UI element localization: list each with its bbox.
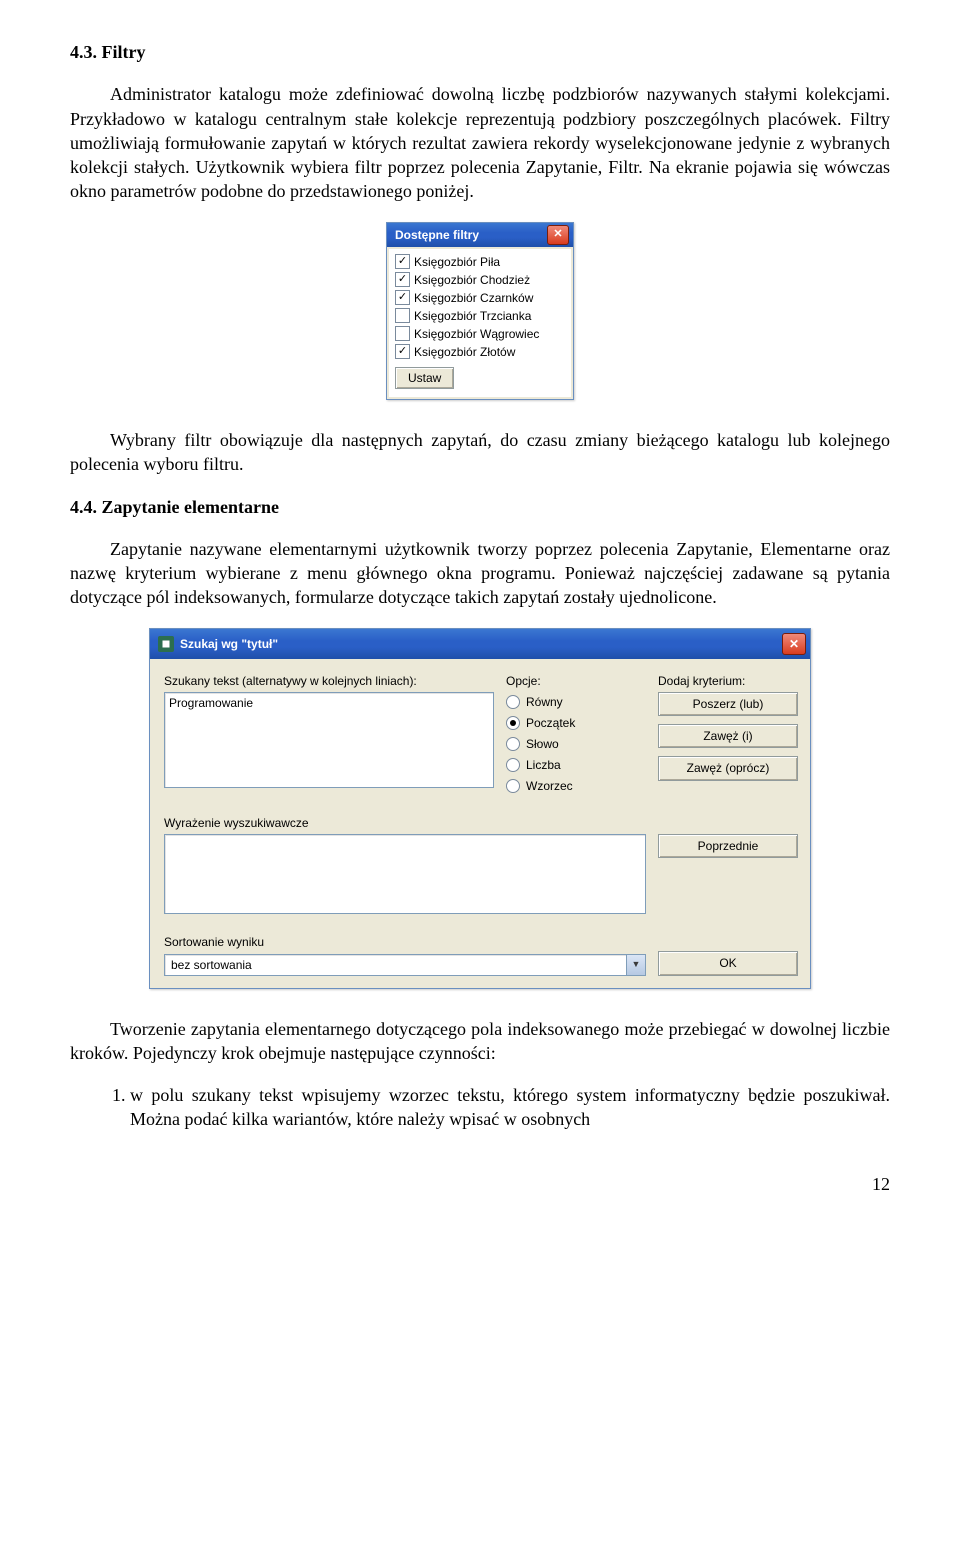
set-button[interactable]: Ustaw <box>395 367 454 389</box>
option-row[interactable]: Liczba <box>506 755 646 775</box>
dialog-title: Dostępne filtry <box>395 227 479 243</box>
filter-row[interactable]: ✓ Księgozbiór Czarnków <box>395 289 565 307</box>
app-icon <box>158 636 174 652</box>
search-expression-input[interactable] <box>164 834 646 914</box>
dialog-body: ✓ Księgozbiór Piła ✓ Księgozbiór Chodzie… <box>389 249 571 397</box>
paragraph-filtry: Administrator katalogu może zdefiniować … <box>70 82 890 203</box>
sort-select[interactable]: bez sortowania <box>164 954 646 976</box>
option-label: Wzorzec <box>526 778 573 794</box>
list-item: w polu szukany tekst wpisujemy wzorzec t… <box>130 1083 890 1132</box>
add-criterion-label: Dodaj kryterium: <box>658 673 798 689</box>
search-text-label: Szukany tekst (alternatywy w kolejnych l… <box>164 673 494 689</box>
narrow-and-button[interactable]: Zawęż (i) <box>658 724 798 748</box>
checkbox-icon[interactable] <box>395 326 410 341</box>
paragraph-elementarne: Zapytanie nazywane elementarnymi użytkow… <box>70 537 890 610</box>
checkbox-icon[interactable]: ✓ <box>395 254 410 269</box>
option-label: Początek <box>526 715 575 731</box>
option-row[interactable]: Wzorzec <box>506 776 646 796</box>
previous-button[interactable]: Poprzednie <box>658 834 798 858</box>
search-text-input[interactable] <box>164 692 494 788</box>
checkbox-icon[interactable]: ✓ <box>395 272 410 287</box>
available-filters-dialog: Dostępne filtry ✕ ✓ Księgozbiór Piła ✓ K… <box>386 222 574 400</box>
close-icon[interactable]: ✕ <box>782 633 806 655</box>
dialog-title: Szukaj wg "tytuł" <box>180 636 278 652</box>
dialog-titlebar: Szukaj wg "tytuł" ✕ <box>150 629 810 659</box>
filter-label: Księgozbiór Wągrowiec <box>414 326 539 342</box>
filter-row[interactable]: ✓ Księgozbiór Złotów <box>395 343 565 361</box>
option-row[interactable]: Początek <box>506 713 646 733</box>
dialog-body: Szukany tekst (alternatywy w kolejnych l… <box>150 659 810 988</box>
filter-label: Księgozbiór Czarnków <box>414 290 533 306</box>
options-label: Opcje: <box>506 673 646 689</box>
option-row[interactable]: Słowo <box>506 734 646 754</box>
option-row[interactable]: Równy <box>506 692 646 712</box>
dialog-titlebar: Dostępne filtry ✕ <box>387 223 573 247</box>
heading-filtry: 4.3. Filtry <box>70 40 890 64</box>
radio-icon[interactable] <box>506 716 520 730</box>
paragraph-filter-applies: Wybrany filtr obowiązuje dla następnych … <box>70 428 890 477</box>
filter-row[interactable]: Księgozbiór Wągrowiec <box>395 325 565 343</box>
chevron-down-icon[interactable]: ▼ <box>626 955 645 975</box>
checkbox-icon[interactable]: ✓ <box>395 290 410 305</box>
filter-row[interactable]: Księgozbiór Trzcianka <box>395 307 565 325</box>
close-icon[interactable]: ✕ <box>547 225 569 245</box>
filter-label: Księgozbiór Trzcianka <box>414 308 531 324</box>
checkbox-icon[interactable] <box>395 308 410 323</box>
narrow-except-button[interactable]: Zawęż (oprócz) <box>658 756 798 780</box>
paragraph-steps-intro: Tworzenie zapytania elementarnego dotycz… <box>70 1017 890 1066</box>
radio-icon[interactable] <box>506 779 520 793</box>
search-dialog: Szukaj wg "tytuł" ✕ Szukany tekst (alter… <box>149 628 811 989</box>
heading-zapytanie-elementarne: 4.4. Zapytanie elementarne <box>70 495 890 519</box>
page-number: 12 <box>70 1172 890 1196</box>
option-label: Liczba <box>526 757 561 773</box>
search-expression-label: Wyrażenie wyszukiwawcze <box>164 815 646 831</box>
radio-icon[interactable] <box>506 737 520 751</box>
widen-or-button[interactable]: Poszerz (lub) <box>658 692 798 716</box>
option-label: Równy <box>526 694 563 710</box>
filter-row[interactable]: ✓ Księgozbiór Piła <box>395 253 565 271</box>
radio-icon[interactable] <box>506 695 520 709</box>
filter-row[interactable]: ✓ Księgozbiór Chodzież <box>395 271 565 289</box>
checkbox-icon[interactable]: ✓ <box>395 344 410 359</box>
filter-label: Księgozbiór Piła <box>414 254 500 270</box>
radio-icon[interactable] <box>506 758 520 772</box>
ok-button[interactable]: OK <box>658 951 798 975</box>
filter-label: Księgozbiór Złotów <box>414 344 515 360</box>
sort-label: Sortowanie wyniku <box>164 934 646 950</box>
filter-label: Księgozbiór Chodzież <box>414 272 530 288</box>
option-label: Słowo <box>526 736 559 752</box>
